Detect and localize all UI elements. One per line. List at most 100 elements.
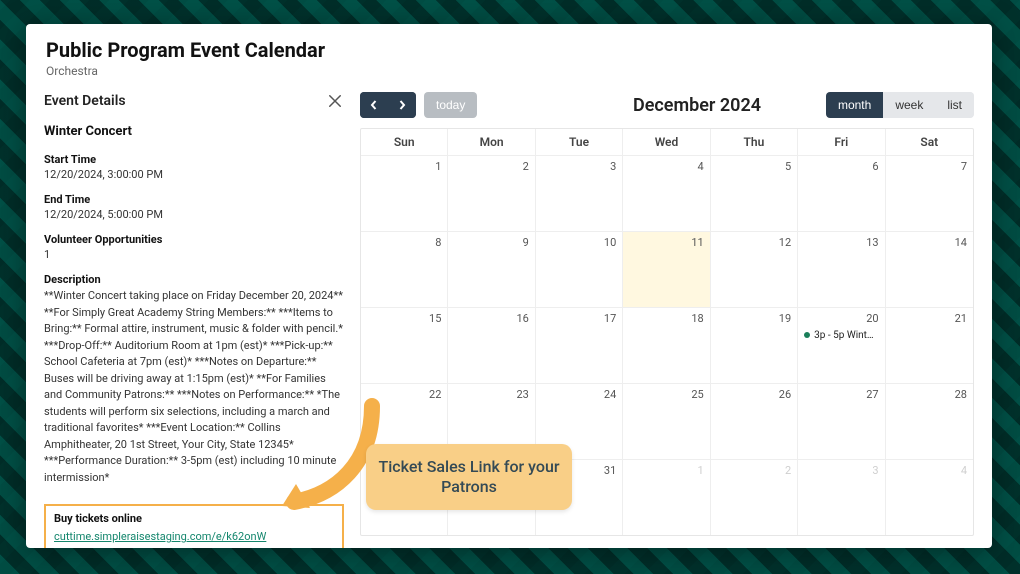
day-number: 4 <box>961 464 967 477</box>
day-number: 28 <box>955 388 967 401</box>
calendar-day-cell[interactable]: 4 <box>886 460 973 535</box>
calendar-day-cell[interactable]: 2 <box>448 156 535 231</box>
close-icon[interactable] <box>326 92 344 110</box>
view-week-button[interactable]: week <box>883 92 935 118</box>
calendar-day-cell[interactable]: 18 <box>623 308 710 383</box>
calendar-day-cell[interactable]: 27 <box>798 384 885 459</box>
calendar-dow-header: Sun <box>361 129 448 155</box>
day-number: 31 <box>604 464 616 477</box>
day-number: 24 <box>604 388 616 401</box>
day-number: 2 <box>523 160 529 173</box>
volunteer-label: Volunteer Opportunities <box>44 233 344 246</box>
calendar-day-cell[interactable]: 20 3p - 5p Winter Cor <box>798 308 885 383</box>
day-number: 4 <box>698 160 704 173</box>
day-number: 27 <box>866 388 878 401</box>
org-name: Orchestra <box>46 64 972 78</box>
day-number: 19 <box>779 312 791 325</box>
day-number: 8 <box>435 236 441 249</box>
ticket-link-box: Buy tickets online cuttime.simpleraisest… <box>44 504 344 548</box>
calendar-day-cell[interactable]: 2 <box>711 460 798 535</box>
calendar-day-cell[interactable]: 12 <box>711 232 798 307</box>
day-number: 6 <box>872 160 878 173</box>
prev-month-button[interactable] <box>360 92 388 118</box>
day-number: 22 <box>429 388 441 401</box>
end-time-label: End Time <box>44 193 344 206</box>
day-number: 23 <box>516 388 528 401</box>
description-label: Description <box>44 273 344 286</box>
day-number: 3 <box>610 160 616 173</box>
day-number: 18 <box>691 312 703 325</box>
day-number: 12 <box>779 236 791 249</box>
day-number: 26 <box>779 388 791 401</box>
calendar-day-cell[interactable]: 26 <box>711 384 798 459</box>
start-time-label: Start Time <box>44 153 344 166</box>
calendar-dow-header: Sat <box>886 129 973 155</box>
day-number: 11 <box>691 236 703 249</box>
calendar-day-cell[interactable]: 4 <box>623 156 710 231</box>
calendar-dow-header: Mon <box>448 129 535 155</box>
end-time-value: 12/20/2024, 5:00:00 PM <box>44 208 344 221</box>
view-toggle: month week list <box>826 92 974 118</box>
description-text: **Winter Concert taking place on Friday … <box>44 288 344 486</box>
calendar-dow-header: Tue <box>536 129 623 155</box>
calendar-day-cell[interactable]: 13 <box>798 232 885 307</box>
calendar-dow-header: Wed <box>623 129 710 155</box>
day-number: 25 <box>691 388 703 401</box>
calendar-day-cell[interactable]: 15 <box>361 308 448 383</box>
event-chip-label: 3p - 5p Winter Cor <box>814 330 878 341</box>
day-number: 20 <box>866 312 878 325</box>
ticket-label: Buy tickets online <box>54 512 334 525</box>
day-number: 21 <box>955 312 967 325</box>
calendar-day-cell[interactable]: 17 <box>536 308 623 383</box>
day-number: 17 <box>604 312 616 325</box>
calendar-day-cell[interactable]: 6 <box>798 156 885 231</box>
calendar-day-cell[interactable]: 8 <box>361 232 448 307</box>
view-list-button[interactable]: list <box>935 92 974 118</box>
day-number: 2 <box>785 464 791 477</box>
day-number: 1 <box>435 160 441 173</box>
start-time-value: 12/20/2024, 3:00:00 PM <box>44 168 344 181</box>
day-number: 1 <box>698 464 704 477</box>
callout-text: Ticket Sales Link for your Patrons <box>378 457 560 497</box>
calendar-event-chip[interactable]: 3p - 5p Winter Cor <box>804 330 878 341</box>
event-title: Winter Concert <box>44 124 344 139</box>
ticket-link[interactable]: cuttime.simpleraisestaging.com/e/k62onW <box>54 530 266 543</box>
callout-box: Ticket Sales Link for your Patrons <box>366 444 572 510</box>
calendar-day-cell[interactable]: 25 <box>623 384 710 459</box>
calendar-day-cell[interactable]: 11 <box>623 232 710 307</box>
day-number: 5 <box>785 160 791 173</box>
calendar-day-cell[interactable]: 9 <box>448 232 535 307</box>
calendar-month-title: December 2024 <box>633 95 761 116</box>
calendar-day-cell[interactable]: 1 <box>623 460 710 535</box>
event-dot-icon <box>804 332 810 338</box>
page-title: Public Program Event Calendar <box>46 38 972 62</box>
view-month-button[interactable]: month <box>826 92 883 118</box>
app-panel: Public Program Event Calendar Orchestra … <box>26 24 992 548</box>
day-number: 13 <box>866 236 878 249</box>
day-number: 10 <box>604 236 616 249</box>
calendar-day-cell[interactable]: 10 <box>536 232 623 307</box>
calendar-nav <box>360 92 416 118</box>
today-button[interactable]: today <box>424 92 477 118</box>
calendar-day-cell[interactable]: 3 <box>798 460 885 535</box>
calendar-day-cell[interactable]: 19 <box>711 308 798 383</box>
day-number: 7 <box>961 160 967 173</box>
calendar-day-cell[interactable]: 3 <box>536 156 623 231</box>
event-details-heading: Event Details <box>44 93 126 109</box>
calendar-day-cell[interactable]: 16 <box>448 308 535 383</box>
next-month-button[interactable] <box>388 92 416 118</box>
day-number: 15 <box>429 312 441 325</box>
calendar-dow-header: Fri <box>798 129 885 155</box>
calendar-day-cell[interactable]: 1 <box>361 156 448 231</box>
calendar-day-cell[interactable]: 28 <box>886 384 973 459</box>
day-number: 3 <box>872 464 878 477</box>
day-number: 16 <box>516 312 528 325</box>
calendar-day-cell[interactable]: 21 <box>886 308 973 383</box>
event-details-sidebar: Event Details Winter Concert Start Time … <box>44 92 344 548</box>
calendar-dow-header: Thu <box>711 129 798 155</box>
calendar-day-cell[interactable]: 7 <box>886 156 973 231</box>
volunteer-value: 1 <box>44 248 344 261</box>
day-number: 9 <box>523 236 529 249</box>
calendar-day-cell[interactable]: 14 <box>886 232 973 307</box>
calendar-day-cell[interactable]: 5 <box>711 156 798 231</box>
